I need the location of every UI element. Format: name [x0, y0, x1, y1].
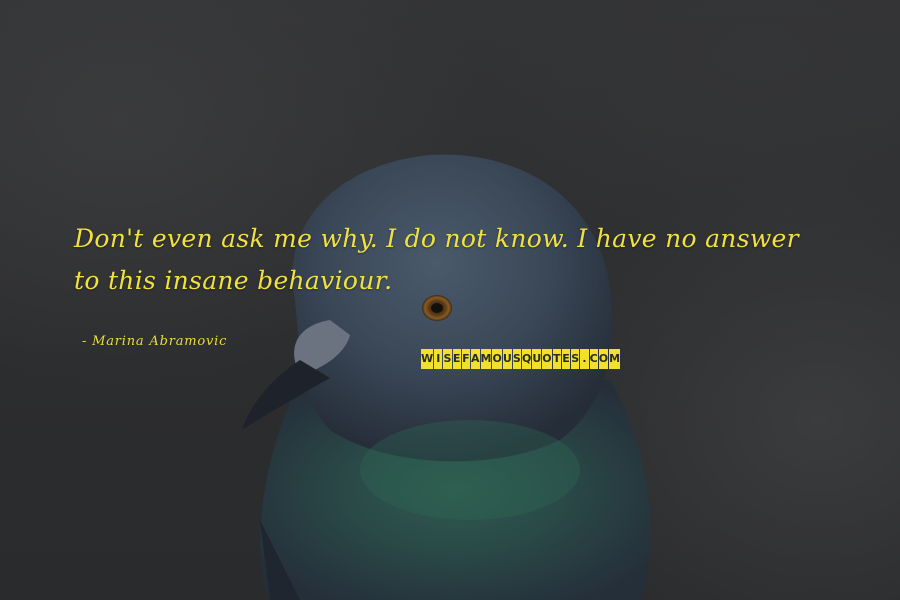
watermark-letter: C: [589, 349, 598, 369]
watermark-letter: S: [512, 349, 521, 369]
watermark-letter: M: [480, 349, 492, 369]
watermark-letter: W: [421, 349, 434, 369]
watermark-letter: F: [461, 349, 471, 369]
watermark-letter: Q: [522, 349, 532, 369]
watermark-logo: WISEFAMOUSQUOTES.COM: [421, 349, 621, 369]
watermark-letter: .: [580, 349, 589, 369]
watermark-letter: A: [471, 349, 480, 369]
quote-line-1: Don't even ask me why. I do not know. I …: [74, 224, 799, 253]
quote-author: - Marina Abramovic: [82, 334, 228, 349]
watermark-letter: S: [443, 349, 452, 369]
watermark-letter: O: [492, 349, 502, 369]
quote-text: Don't even ask me why. I do not know. I …: [74, 218, 834, 302]
watermark-letter: U: [502, 349, 512, 369]
watermark-letter: M: [609, 349, 621, 369]
watermark-letter: E: [452, 349, 461, 369]
quote-line-2: to this insane behaviour.: [74, 266, 393, 295]
watermark-letter: E: [561, 349, 571, 369]
watermark-letter: T: [552, 349, 561, 369]
watermark-letter: S: [571, 349, 580, 369]
watermark-letter: O: [542, 349, 552, 369]
watermark-letter: O: [598, 349, 609, 369]
watermark-letter: I: [434, 349, 443, 369]
watermark-letter: U: [532, 349, 542, 369]
